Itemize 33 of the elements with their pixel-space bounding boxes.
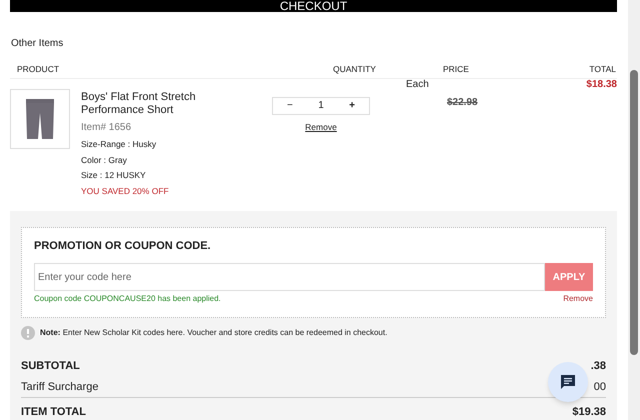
- product-attribute: Size : 12 HUSKY: [81, 169, 147, 182]
- coupon-title: PROMOTION OR COUPON CODE.: [34, 238, 212, 254]
- quantity-value: 1: [318, 99, 324, 114]
- increment-button[interactable]: +: [349, 98, 355, 114]
- summary-value: 00: [594, 380, 606, 395]
- summary-label: SUBTOTAL: [21, 359, 80, 374]
- checkout-button[interactable]: CHECKOUT: [10, 0, 617, 12]
- column-header: PRICE: [443, 63, 469, 76]
- column-header: QUANTITY: [333, 63, 377, 76]
- summary-value: $19.38: [572, 405, 606, 420]
- product-attribute: Color : Gray: [81, 154, 128, 166]
- coupon-code-field[interactable]: Enter your code here: [34, 263, 545, 292]
- column-header: PRODUCT: [17, 63, 60, 76]
- quantity-stepper[interactable]: − 1 +: [272, 96, 370, 115]
- total-price: $18.38: [586, 78, 617, 89]
- item-number: Item# 1656: [81, 120, 132, 135]
- note-text: Note: Enter New Scholar Kit codes here. Voucher and store credits can be redeemed in checkout.: [40, 327, 388, 340]
- info-icon: [21, 326, 35, 340]
- product-attribute: Size-Range : Husky: [81, 138, 158, 150]
- remove-link[interactable]: Remove: [305, 120, 337, 134]
- chat-icon: [560, 374, 576, 390]
- coupon-remove-link[interactable]: Remove: [563, 293, 593, 306]
- summary-label: ITEM TOTAL: [21, 405, 86, 420]
- summary-label: Tariff Surcharge: [21, 380, 98, 395]
- section-title: Other Items: [11, 37, 64, 51]
- coupon-applied-message: Coupon code COUPONCAUSE20 has been applied.: [34, 293, 221, 306]
- savings-text: YOU SAVED 20% OFF: [81, 185, 170, 198]
- column-header: TOTAL: [589, 63, 616, 76]
- original-price: $22.98: [446, 96, 479, 110]
- summary-value: .38: [590, 359, 606, 374]
- product-name[interactable]: Boys' Flat Front Stretch Performance Short: [81, 90, 231, 117]
- decrement-button[interactable]: −: [287, 98, 293, 114]
- price-label: Each: [406, 78, 429, 92]
